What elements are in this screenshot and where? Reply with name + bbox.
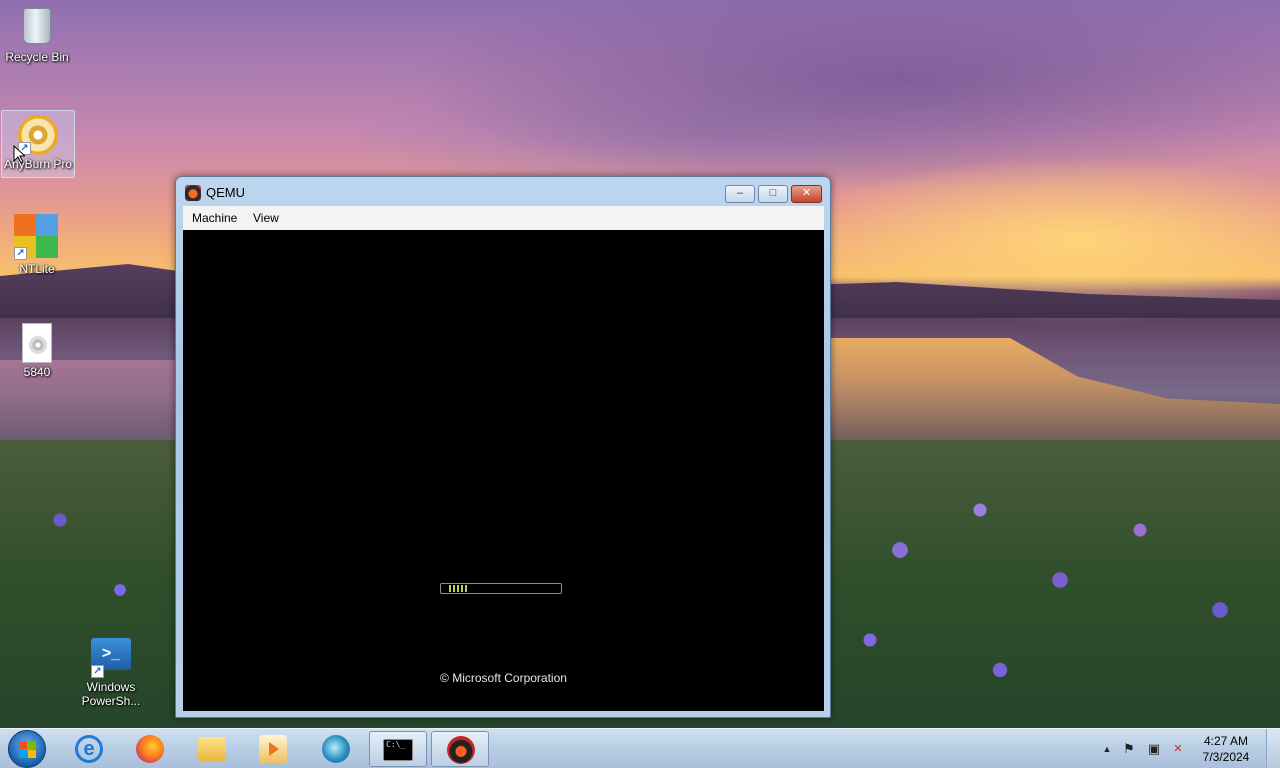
close-icon: ✕ <box>801 187 812 199</box>
shortcut-arrow-icon: ↗ <box>14 247 27 260</box>
show-hidden-icons-icon[interactable]: ▲ <box>1099 741 1115 757</box>
qemu-app-icon[interactable] <box>185 185 201 201</box>
desktop-icon-label: Recycle Bin <box>5 50 69 64</box>
clock-time: 4:27 AM <box>1203 734 1249 748</box>
firefox-icon <box>136 735 164 763</box>
ntlite-icon: ↗ <box>14 214 60 260</box>
clock-date: 7/3/2024 <box>1202 750 1250 764</box>
minimize-icon: – <box>736 187 744 199</box>
desktop-icon-label: 5840 <box>23 365 51 379</box>
desktop-icon-recycle-bin[interactable]: Recycle Bin <box>0 6 74 64</box>
taskbar-internet-explorer[interactable]: e <box>60 731 118 767</box>
menu-machine[interactable]: Machine <box>192 211 237 225</box>
shortcut-arrow-icon: ↗ <box>91 665 104 678</box>
taskbar-media-player[interactable] <box>244 731 302 767</box>
maximize-button[interactable]: □ <box>758 185 788 203</box>
boot-progress-fill <box>449 585 469 592</box>
recycle-bin-icon <box>17 8 57 48</box>
menu-view[interactable]: View <box>253 211 279 225</box>
qemu-window[interactable]: QEMU – □ ✕ Machine View © Microsoft Corp… <box>175 176 831 718</box>
volume-muted-icon[interactable]: ✕ <box>1170 741 1186 757</box>
folder-icon <box>198 737 226 761</box>
maximize-icon: □ <box>769 187 777 199</box>
system-clock[interactable]: 4:27 AM 7/3/2024 <box>1190 733 1262 765</box>
desktop-icon-label: NTLite <box>19 262 55 276</box>
desktop-icon-ntlite[interactable]: ↗ NTLite <box>0 214 74 276</box>
disc-image-file-icon <box>17 323 57 363</box>
media-player-icon <box>259 735 287 763</box>
boot-progress-bar <box>440 583 562 594</box>
taskbar-qemu[interactable] <box>431 731 489 767</box>
mouse-cursor-icon <box>13 145 25 164</box>
anyburn-icon <box>322 735 350 763</box>
taskbar-command-prompt[interactable]: C:\_ <box>369 731 427 767</box>
notification-area: ▲ ⚑ ▣ ✕ <box>1095 729 1191 768</box>
desktop-icon-5840[interactable]: 5840 <box>0 323 74 379</box>
qemu-icon <box>447 736 475 764</box>
desktop-icon-label: Windows PowerSh... <box>81 680 141 708</box>
minimize-button[interactable]: – <box>725 185 755 203</box>
desktop-icon-anyburn-pro[interactable]: ↗ AnyBurn Pro <box>1 110 75 178</box>
taskbar-file-explorer[interactable] <box>183 731 241 767</box>
taskbar: e C:\_ ▲ ⚑ ▣ ✕ 4:27 AM 7/3/2024 <box>0 728 1280 768</box>
desktop-icon-windows-powershell[interactable]: >_ ↗ Windows PowerSh... <box>74 634 148 708</box>
close-button[interactable]: ✕ <box>791 185 822 203</box>
taskbar-anyburn[interactable] <box>307 731 365 767</box>
action-center-flag-icon[interactable]: ⚑ <box>1121 741 1137 757</box>
command-prompt-icon: C:\_ <box>383 739 413 761</box>
window-titlebar[interactable]: QEMU – □ ✕ <box>176 177 830 207</box>
network-icon[interactable]: ▣ <box>1146 741 1162 757</box>
start-button[interactable] <box>8 730 46 768</box>
taskbar-firefox[interactable] <box>121 731 179 767</box>
window-title: QEMU <box>206 185 245 200</box>
menu-bar: Machine View <box>183 206 824 230</box>
vm-display[interactable]: © Microsoft Corporation <box>183 230 824 711</box>
wallpaper-water-right <box>830 338 1280 448</box>
internet-explorer-icon: e <box>75 735 103 763</box>
boot-copyright-text: © Microsoft Corporation <box>440 671 567 685</box>
show-desktop-button[interactable] <box>1266 729 1280 768</box>
windows-logo-icon <box>19 741 36 758</box>
powershell-icon: >_ ↗ <box>91 638 131 678</box>
